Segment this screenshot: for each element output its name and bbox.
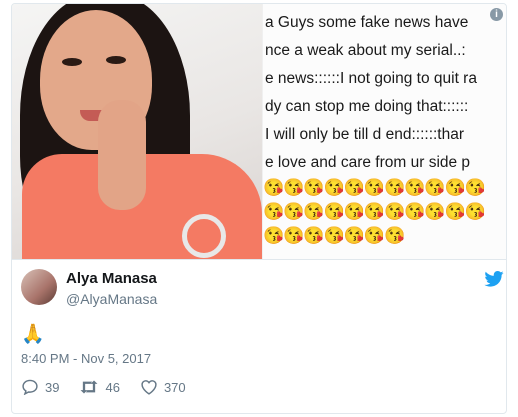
divider [12, 259, 506, 260]
image-text-line: e news::::::I not going to quit ra [265, 70, 477, 87]
tweet-text: 🙏 [21, 324, 45, 345]
reply-icon [22, 379, 38, 395]
reply-button[interactable]: 39 [21, 379, 59, 395]
tweet-media[interactable]: i a Guys some fake news have nce a weak … [12, 4, 506, 259]
emoji-row: 😘😘😘😘😘😘😘😘😘😘😘 [263, 178, 486, 197]
image-text-line: a Guys some fake news have [265, 14, 469, 31]
retweet-count: 46 [105, 379, 120, 395]
emoji-row: 😘😘😘😘😘😘😘😘😘😘😘 [263, 202, 486, 221]
like-icon [141, 380, 157, 395]
like-button[interactable]: 370 [140, 379, 186, 395]
user-handle[interactable]: @AlyaManasa [66, 291, 157, 307]
twitter-bird-icon[interactable] [484, 271, 504, 287]
image-text-line: e love and care from ur side p [265, 154, 471, 171]
retweet-icon [81, 380, 98, 394]
retweet-button[interactable]: 46 [79, 379, 120, 395]
tweet-actions: 39 46 370 [21, 376, 206, 398]
selfie-photo [12, 4, 262, 259]
image-text-line: I will only be till d end::::::thar [265, 126, 465, 143]
image-text-line: dy can stop me doing that:::::: [265, 98, 469, 115]
tweet-timestamp[interactable]: 8:40 PM - Nov 5, 2017 [21, 351, 151, 366]
display-name[interactable]: Alya Manasa [66, 270, 157, 287]
avatar[interactable] [21, 269, 57, 305]
info-icon[interactable]: i [490, 8, 503, 21]
like-count: 370 [163, 379, 186, 395]
text-image: i a Guys some fake news have nce a weak … [262, 4, 506, 259]
image-text-line: nce a weak about my serial..: [265, 42, 466, 59]
emoji-row: 😘😘😘😘😘😘😘 [263, 226, 405, 245]
reply-count: 39 [45, 379, 60, 395]
